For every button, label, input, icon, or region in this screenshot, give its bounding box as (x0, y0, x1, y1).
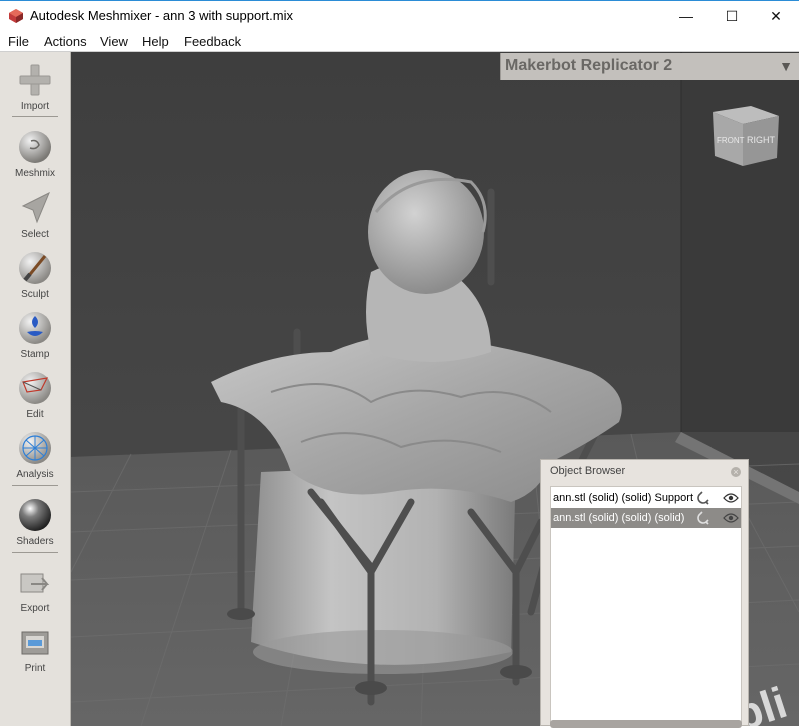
export-icon (20, 573, 50, 593)
tool-label-select: Select (21, 229, 49, 240)
view-cube-right-label: RIGHT (747, 135, 776, 145)
title-bar: Autodesk Meshmixer - ann 3 with support.… (0, 0, 799, 30)
tool-label-shaders: Shaders (16, 536, 54, 547)
edit-mesh-icon (19, 372, 51, 404)
analysis-icon (19, 432, 51, 464)
tool-sculpt[interactable]: Sculpt (0, 246, 70, 304)
tool-select[interactable]: Select (0, 186, 70, 244)
close-icon: ✕ (770, 7, 782, 24)
maximize-button[interactable]: ☐ (709, 1, 755, 31)
tool-label-sculpt: Sculpt (21, 289, 49, 300)
eye-icon[interactable] (723, 493, 739, 503)
tool-label-stamp: Stamp (20, 349, 50, 360)
brush-icon (19, 252, 51, 284)
printer-icon (21, 631, 49, 655)
tool-print[interactable]: Print (0, 620, 70, 678)
tool-export[interactable]: Export (0, 560, 70, 618)
minimize-icon: — (679, 8, 693, 24)
tool-label-edit: Edit (26, 409, 44, 420)
object-list: ann.stl (solid) (solid) Support ann.stl … (550, 486, 742, 726)
tool-label-analysis: Analysis (16, 469, 54, 480)
object-browser-title: Object Browser (550, 465, 626, 477)
object-name: ann.stl (solid) (solid) (solid) (553, 512, 685, 524)
left-toolbar: Import Meshmix Select Sculpt Stamp Edit … (0, 52, 71, 726)
object-row[interactable]: ann.stl (solid) (solid) Support (551, 488, 741, 508)
magnet-icon[interactable] (697, 491, 711, 505)
shader-sphere-icon (19, 499, 51, 531)
tool-label-export: Export (20, 603, 50, 614)
printer-selector[interactable]: Makerbot Replicator 2 ▼ (500, 53, 799, 80)
menu-help[interactable]: Help (142, 34, 169, 49)
meshmixer-logo-icon (9, 9, 23, 23)
object-name: ann.stl (solid) (solid) Support (553, 492, 693, 504)
tool-label-meshmix: Meshmix (14, 168, 55, 179)
menu-bar: File Actions View Help Feedback (0, 30, 799, 52)
eye-icon[interactable] (723, 513, 739, 523)
printer-name: Makerbot Replicator 2 (505, 57, 673, 74)
tool-shaders[interactable]: Shaders (0, 493, 70, 551)
arrow-cursor-icon (21, 191, 50, 224)
dropdown-triangle-icon: ▼ (779, 58, 793, 74)
meshmix-sphere-icon (19, 131, 51, 163)
toolbar-divider (12, 485, 58, 486)
minimize-button[interactable]: — (663, 1, 709, 31)
menu-view[interactable]: View (100, 34, 128, 49)
tool-label-print: Print (24, 663, 46, 674)
plus-icon (19, 64, 51, 96)
magnet-icon[interactable] (697, 511, 711, 525)
object-browser-panel: Object Browser × ann.stl (solid) (solid)… (540, 459, 749, 728)
menu-feedback[interactable]: Feedback (184, 34, 241, 49)
object-row-selected[interactable]: ann.stl (solid) (solid) (solid) (551, 508, 741, 528)
tool-edit[interactable]: Edit (0, 366, 70, 424)
tool-meshmix[interactable]: Meshmix (0, 125, 70, 183)
tool-stamp[interactable]: Stamp (0, 306, 70, 364)
tool-import[interactable]: Import (0, 58, 70, 116)
maximize-icon: ☐ (725, 7, 739, 24)
tool-analysis[interactable]: Analysis (0, 426, 70, 484)
view-cube-front-label: FRONT (717, 136, 745, 145)
toolbar-divider (12, 552, 58, 553)
menu-file[interactable]: File (8, 34, 29, 49)
close-button[interactable]: ✕ (753, 1, 799, 31)
stamp-icon (19, 312, 51, 344)
tool-label-import: Import (20, 101, 50, 112)
window-title: Autodesk Meshmixer - ann 3 with support.… (30, 8, 293, 23)
menu-actions[interactable]: Actions (44, 34, 87, 49)
toolbar-divider (12, 116, 58, 117)
object-browser-scrollbar[interactable] (550, 720, 742, 728)
view-cube[interactable]: FRONT RIGHT (713, 106, 779, 166)
close-icon[interactable]: × (731, 467, 741, 477)
